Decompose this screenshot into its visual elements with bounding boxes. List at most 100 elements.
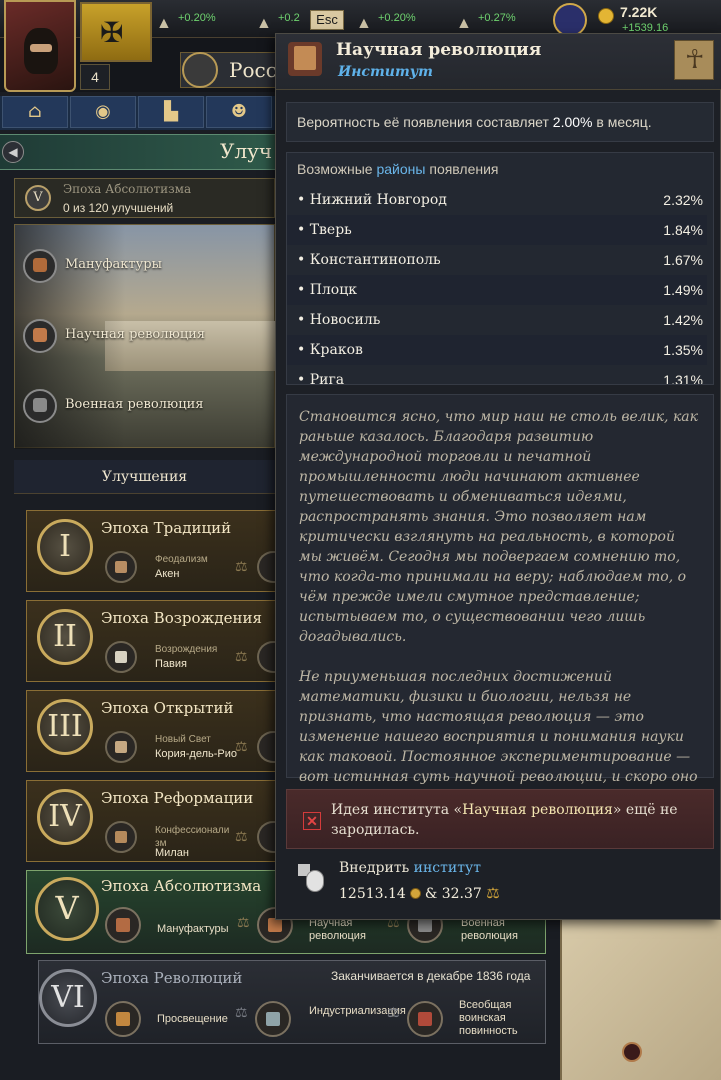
esc-button[interactable]: Esc: [310, 10, 344, 30]
scale-icon: ⚖: [235, 559, 248, 575]
resource-4[interactable]: ▲ +0.27%: [452, 4, 516, 34]
money-bag-icon: ◉: [95, 101, 111, 122]
embed-cost: 12513.14 & 32.37 ⚖: [339, 884, 500, 902]
next-institution-icon[interactable]: [257, 731, 277, 763]
era-name: Эпоха Абсолютизма: [101, 877, 262, 895]
next-institution-icon[interactable]: [257, 551, 277, 583]
conscription-icon[interactable]: [407, 1001, 443, 1037]
warning-box: ✕ Идея института «Научная революция» ещё…: [286, 789, 714, 849]
resource-3[interactable]: ▲ +0.20%: [352, 4, 416, 34]
era-4[interactable]: IV Эпоха Реформации Конфессионали зм Мил…: [26, 780, 277, 862]
probability-value: 2.00%: [552, 114, 593, 130]
swords-icon: [23, 389, 57, 423]
institution-manufactories[interactable]: Мануфактуры: [23, 249, 273, 285]
mouse-icon: [298, 864, 326, 894]
region-row[interactable]: • Константинополь 1.67%: [287, 245, 707, 275]
era-3[interactable]: III Эпоха Открытий Новый Свет Кория-дель…: [26, 690, 277, 772]
era-numeral: III: [37, 699, 93, 755]
factory-icon: ▙: [164, 101, 178, 122]
era-numeral: IV: [37, 789, 93, 845]
new-world-icon[interactable]: [105, 731, 137, 763]
institution-link[interactable]: институт: [414, 860, 481, 876]
era-2[interactable]: II Эпоха Возрождения Возрождения Павия ⚖: [26, 600, 277, 682]
lore-paragraph: Не приуменьшая последних достижений мате…: [299, 669, 698, 805]
double-eagle-icon: ✠: [100, 16, 124, 49]
cross-icon: ✕: [303, 812, 321, 830]
region-row[interactable]: • Нижний Новгород 2.32%: [287, 185, 707, 215]
country-emblem-icon: [182, 52, 218, 88]
resource-2[interactable]: ▲ +0.2: [252, 4, 300, 34]
era-numeral: V: [35, 877, 99, 941]
tab-government[interactable]: ⌂: [2, 96, 68, 128]
current-age-box[interactable]: V Эпоха Абсолютизма 0 из 120 улучшений: [14, 178, 275, 218]
back-arrow-icon[interactable]: ◀: [2, 141, 24, 163]
country-flag[interactable]: ✠: [80, 2, 152, 62]
gold-coin-icon: [409, 888, 421, 899]
scale-icon: ⚖: [235, 649, 248, 665]
prestige-icon: ▲: [256, 15, 272, 32]
scale-icon: ⚖: [235, 1005, 248, 1021]
industry-icon[interactable]: [255, 1001, 291, 1037]
tooltip-subtitle[interactable]: Институт: [338, 64, 433, 80]
current-age-progress: 0 из 120 улучшений: [63, 201, 174, 215]
warning-text: Идея института «Научная революция» ещё н…: [331, 802, 678, 838]
lore-text: Становится ясно, что мир наш не столь ве…: [286, 394, 714, 805]
lore-paragraph: Становится ясно, что мир наш не столь ве…: [299, 409, 699, 645]
age-illustration: Мануфактуры Научная революция Военная ре…: [14, 224, 275, 449]
regions-link[interactable]: районы: [376, 161, 425, 177]
age-badge: V: [25, 185, 51, 211]
section-header: ◀ Улуч: [0, 134, 275, 170]
scale-icon: ⚖: [237, 915, 250, 931]
tooltip-title: Научная революция: [336, 40, 542, 60]
institution-military-revolution[interactable]: Военная революция: [23, 389, 273, 425]
gold-coin-icon: [598, 8, 614, 24]
confessionalism-icon[interactable]: [105, 821, 137, 853]
map-marker-icon[interactable]: [622, 1042, 642, 1062]
scale-icon: ⚖: [235, 829, 248, 845]
scale-icon: ⚖: [235, 739, 248, 755]
region-row[interactable]: • Плоцк 1.49%: [287, 275, 707, 305]
era-6[interactable]: VI Эпоха Революций Заканчивается в декаб…: [38, 960, 546, 1044]
era-name: Эпоха Традиций: [101, 519, 232, 537]
region-row[interactable]: • Новосиль 1.42%: [287, 305, 707, 335]
regions-header: Возможные районы появления: [297, 161, 499, 177]
factory-icon: [23, 249, 57, 283]
regions-list: Возможные районы появления • Нижний Новг…: [286, 152, 714, 385]
institution-tooltip: Научная революция Институт ☥ Вероятность…: [275, 33, 721, 920]
next-institution-icon[interactable]: [257, 641, 277, 673]
enlightenment-icon[interactable]: [105, 1001, 141, 1037]
institution-scientific-revolution[interactable]: Научная революция: [23, 319, 273, 355]
region-row[interactable]: • Краков 1.35%: [287, 335, 707, 365]
panel-tabs: ⌂ ◉ ▙ ☻: [0, 96, 275, 130]
era-1[interactable]: I Эпоха Традиций Феодализм Акен ⚖: [26, 510, 277, 592]
world-map[interactable]: [560, 920, 721, 1080]
factory-icon[interactable]: [105, 907, 141, 943]
resource-1[interactable]: ▲ +0.20%: [152, 4, 216, 34]
region-row[interactable]: • Тверь 1.84%: [287, 215, 707, 245]
era-name: Эпоха Революций: [101, 969, 243, 987]
stability-icon: ▲: [156, 15, 172, 32]
ruler-portrait[interactable]: [4, 0, 76, 92]
tooltip-header: Научная революция Институт ☥: [276, 34, 721, 90]
probability-box: Вероятность её появления составляет 2.00…: [286, 102, 714, 142]
region-row[interactable]: • Рига 1.31%: [287, 365, 707, 384]
tab-economy[interactable]: ◉: [70, 96, 136, 128]
tab-production[interactable]: ▙: [138, 96, 204, 128]
age-gear-icon[interactable]: [553, 3, 587, 37]
renaissance-icon[interactable]: [105, 641, 137, 673]
feudalism-icon[interactable]: [105, 551, 137, 583]
embed-label: Внедрить институт: [339, 860, 481, 876]
people-icon: ☻: [230, 101, 248, 122]
gold-amount: 7.22K: [620, 4, 658, 20]
scale-icon: ⚖: [486, 884, 500, 902]
tab-society[interactable]: ☻: [206, 96, 272, 128]
era-numeral: VI: [39, 969, 97, 1027]
vitruvian-man-icon: ☥: [674, 40, 714, 80]
era-numeral: II: [37, 609, 93, 665]
improvements-header: Улучшения: [14, 460, 275, 494]
building-icon: ⌂: [28, 101, 42, 122]
era-name: Эпоха Открытий: [101, 699, 234, 717]
era-name: Эпоха Возрождения: [101, 609, 262, 627]
section-title: Улуч: [220, 139, 273, 163]
next-institution-icon[interactable]: [257, 821, 277, 853]
